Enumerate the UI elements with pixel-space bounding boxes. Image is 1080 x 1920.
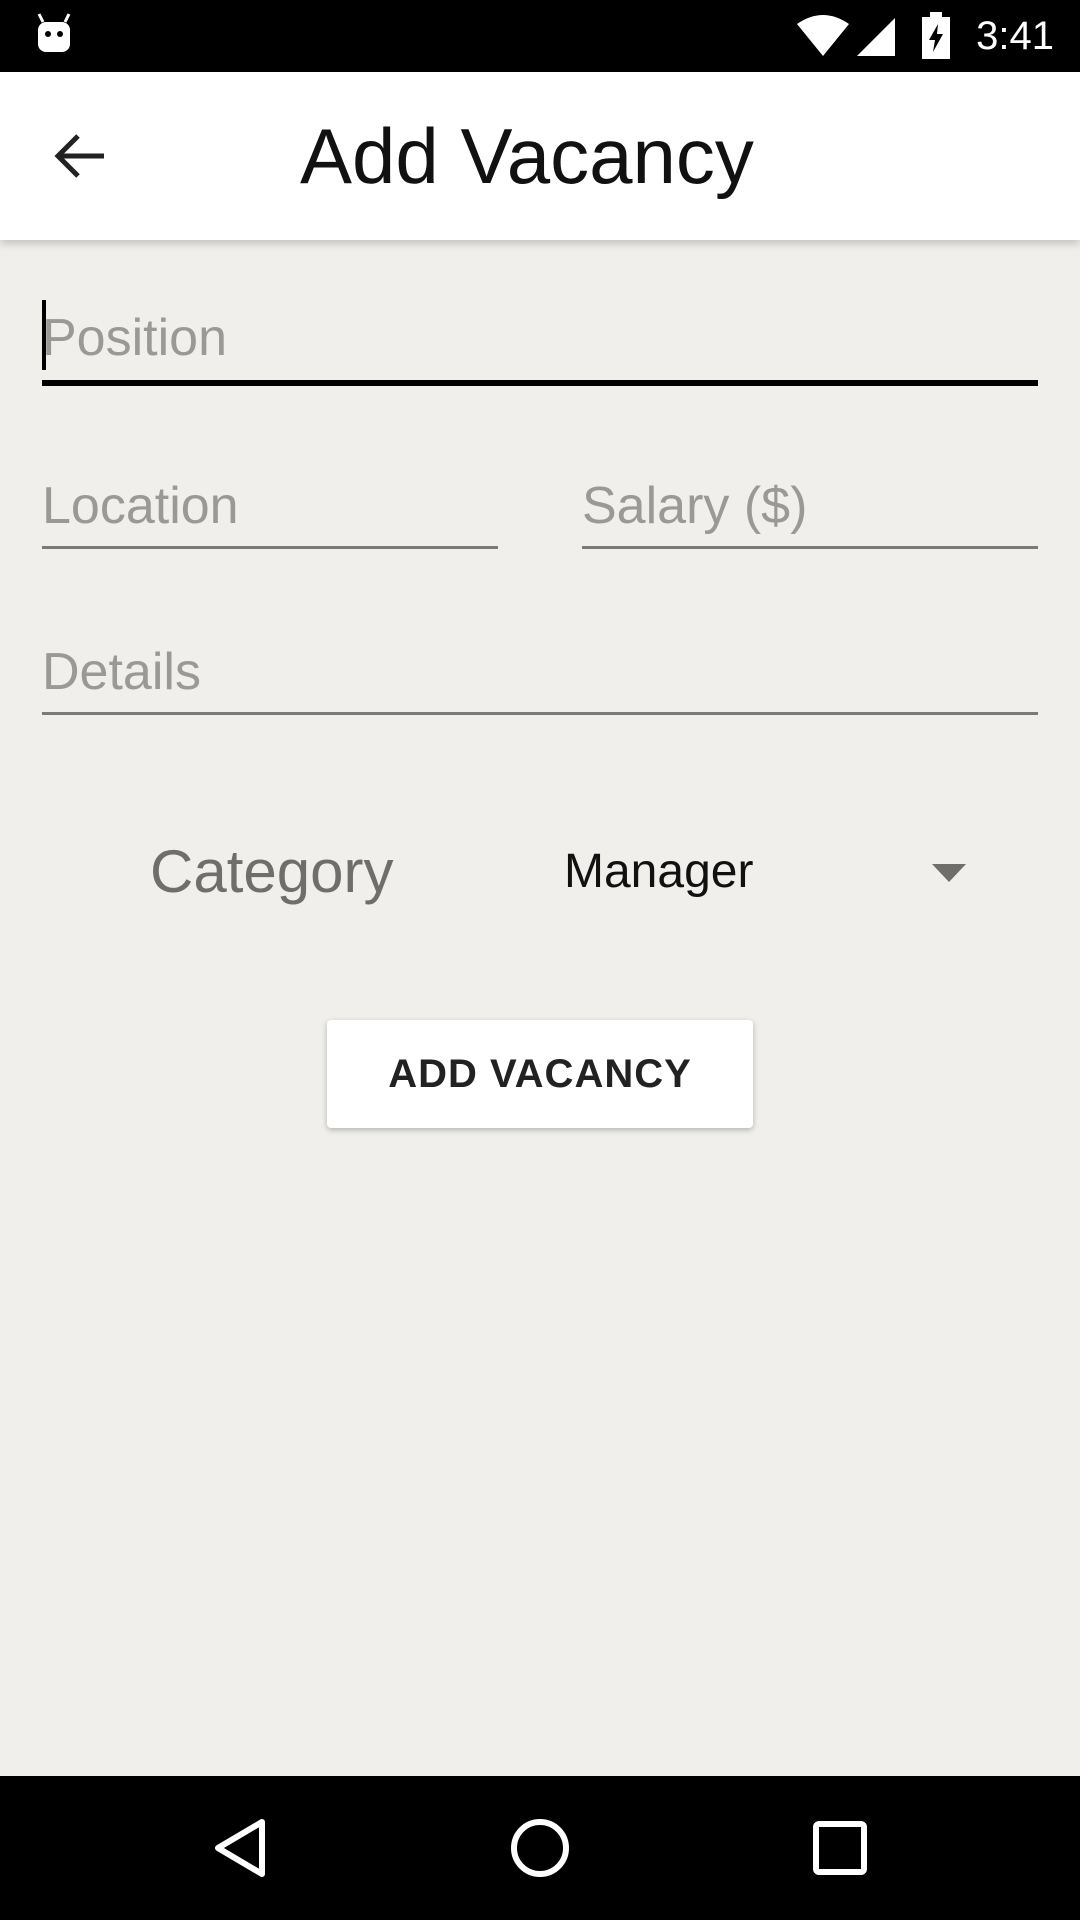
nav-recents-button[interactable]	[790, 1798, 890, 1898]
position-field[interactable]	[42, 296, 1038, 386]
arrow-back-icon	[54, 134, 104, 178]
page-title: Add Vacancy	[300, 112, 754, 200]
salary-field[interactable]	[582, 466, 1038, 549]
home-circle-icon	[511, 1819, 569, 1877]
details-input[interactable]	[42, 632, 1038, 712]
android-icon	[37, 13, 71, 52]
signal-icon	[857, 18, 895, 56]
details-field[interactable]	[42, 632, 1038, 715]
category-spinner[interactable]: Manager	[560, 830, 980, 914]
app-bar: Add Vacancy	[0, 72, 1080, 240]
nav-home-button[interactable]	[490, 1798, 590, 1898]
category-selected-value: Manager	[564, 845, 754, 898]
battery-charging-icon	[922, 12, 950, 59]
location-field[interactable]	[42, 466, 498, 549]
screen: 3:41 Add Vacancy Category Manager ADD V	[0, 0, 1080, 1920]
category-label: Category	[150, 838, 394, 905]
dropdown-arrow-icon	[932, 864, 966, 882]
recents-square-icon	[813, 1821, 867, 1875]
back-triangle-icon	[215, 1819, 265, 1877]
salary-input[interactable]	[582, 466, 1038, 546]
back-button[interactable]	[40, 116, 120, 196]
navigation-bar	[0, 1776, 1080, 1920]
position-input[interactable]	[42, 296, 1038, 380]
wifi-icon	[797, 15, 849, 56]
location-input[interactable]	[42, 466, 498, 546]
status-clock: 3:41	[976, 14, 1054, 58]
text-cursor	[42, 300, 46, 370]
add-vacancy-button[interactable]: ADD VACANCY	[327, 1020, 753, 1128]
nav-back-button[interactable]	[190, 1798, 290, 1898]
status-bar: 3:41	[0, 0, 1080, 72]
